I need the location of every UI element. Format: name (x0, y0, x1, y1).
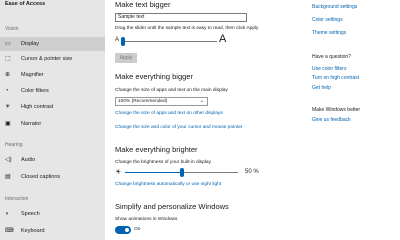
sidebar-item-label: Closed captions (21, 174, 61, 180)
toggle-knob (125, 228, 129, 232)
color-filters-link[interactable]: Use color filters (312, 66, 346, 72)
sidebar-item-narrator[interactable]: ▣ Narrator (0, 117, 105, 131)
sidebar-item-display[interactable]: ▭ Display (0, 37, 105, 51)
background-settings-link[interactable]: Background settings (312, 4, 357, 10)
chevron-down-icon: ⌄ (199, 98, 204, 104)
brightness-value: 50 % (245, 169, 259, 175)
theme-settings-link[interactable]: Theme settings (312, 30, 346, 36)
sidebar-item-color-filters[interactable]: ◔ Color filters (0, 84, 105, 98)
sidebar-item-label: Speech (21, 211, 40, 217)
section-interaction: Interaction (5, 196, 29, 202)
sidebar-item-label: Color filters (21, 88, 49, 94)
heading-simplify: Simplify and personalize Windows (115, 202, 229, 211)
color-settings-link[interactable]: Color settings (312, 17, 343, 23)
brightness-slider-thumb[interactable] (179, 168, 184, 177)
small-a-label: A (115, 37, 120, 43)
big-a-label: A (219, 33, 227, 45)
scale-dropdown[interactable]: 100% (Recommended) ⌄ (115, 97, 208, 106)
main-content: Make text bigger Sample text Drag the sl… (105, 0, 295, 240)
sample-text-input[interactable]: Sample text (115, 13, 247, 22)
get-help-link[interactable]: Get help (312, 85, 331, 91)
high-contrast-link[interactable]: Turn on high contrast (312, 75, 359, 81)
scale-description: Change the size of apps and text on the … (115, 88, 228, 93)
sidebar-item-magnifier[interactable]: ⊕ Magnifier (0, 68, 105, 82)
captions-icon: ▤ (5, 174, 11, 180)
sidebar-item-closed-captions[interactable]: ▤ Closed captions (0, 170, 105, 184)
sidebar-item-speech[interactable]: ◖ Speech (0, 207, 105, 221)
sidebar-item-keyboard[interactable]: ⌨ Keyboard (0, 224, 105, 238)
high-contrast-icon: ☀ (5, 104, 11, 110)
speech-icon: ◖ (5, 211, 9, 217)
related-settings-panel: Background settings Color settings Theme… (309, 0, 400, 240)
heading-text-bigger: Make text bigger (115, 0, 171, 9)
heading-brighter: Make everything brighter (115, 145, 198, 154)
scale-dropdown-value: 100% (Recommended) (118, 99, 168, 104)
sidebar-item-label: Narrator (21, 121, 42, 127)
magnifier-icon: ⊕ (5, 72, 11, 78)
sidebar-item-label: High contrast (21, 104, 54, 110)
animations-toggle[interactable] (115, 226, 131, 234)
night-light-link[interactable]: Change brightness automatically or use n… (115, 182, 221, 187)
narrator-icon: ▣ (5, 121, 11, 127)
sidebar-item-high-contrast[interactable]: ☀ High contrast (0, 100, 105, 114)
cursor-icon: ⬚ (5, 56, 11, 62)
slider-instruction: Drag the slider until the sample text is… (115, 26, 259, 31)
sidebar-item-label: Audio (21, 157, 36, 163)
text-size-slider-thumb[interactable] (121, 37, 125, 46)
sidebar: Ease of Access Vision ▭ Display ⬚ Cursor… (0, 0, 105, 240)
keyboard-icon: ⌨ (5, 228, 14, 234)
feedback-link[interactable]: Give us feedback (312, 117, 351, 123)
brightness-icon: ☀ (115, 169, 122, 176)
sidebar-title: Ease of Access (5, 1, 46, 7)
better-heading: Make Windows better (312, 107, 361, 113)
cursor-link[interactable]: Change the size and color of your cursor… (115, 125, 242, 130)
section-hearing: Hearing (5, 142, 23, 148)
text-size-slider-track[interactable] (123, 41, 217, 42)
brightness-description: Change the brightness of your built-in d… (115, 160, 211, 165)
audio-icon: ◁) (5, 157, 12, 163)
sidebar-item-label: Display (21, 41, 40, 47)
color-filter-icon: ◔ (5, 88, 9, 94)
toggle-state-label: On (134, 227, 141, 232)
heading-everything-bigger: Make everything bigger (115, 72, 193, 81)
sidebar-item-audio[interactable]: ◁) Audio (0, 153, 105, 167)
animations-label: Show animations in Windows (115, 217, 178, 222)
display-icon: ▭ (5, 41, 11, 47)
sidebar-item-label: Cursor & pointer size (21, 56, 73, 62)
brightness-slider-fill (125, 172, 182, 173)
sidebar-item-cursor[interactable]: ⬚ Cursor & pointer size (0, 52, 105, 66)
other-displays-link[interactable]: Change the size of apps and text on othe… (115, 111, 223, 116)
sidebar-item-label: Magnifier (21, 72, 44, 78)
question-heading: Have a question? (312, 54, 351, 60)
section-vision: Vision (5, 26, 19, 32)
sidebar-item-label: Keyboard (21, 228, 45, 234)
apply-button[interactable]: Apply (115, 53, 137, 63)
